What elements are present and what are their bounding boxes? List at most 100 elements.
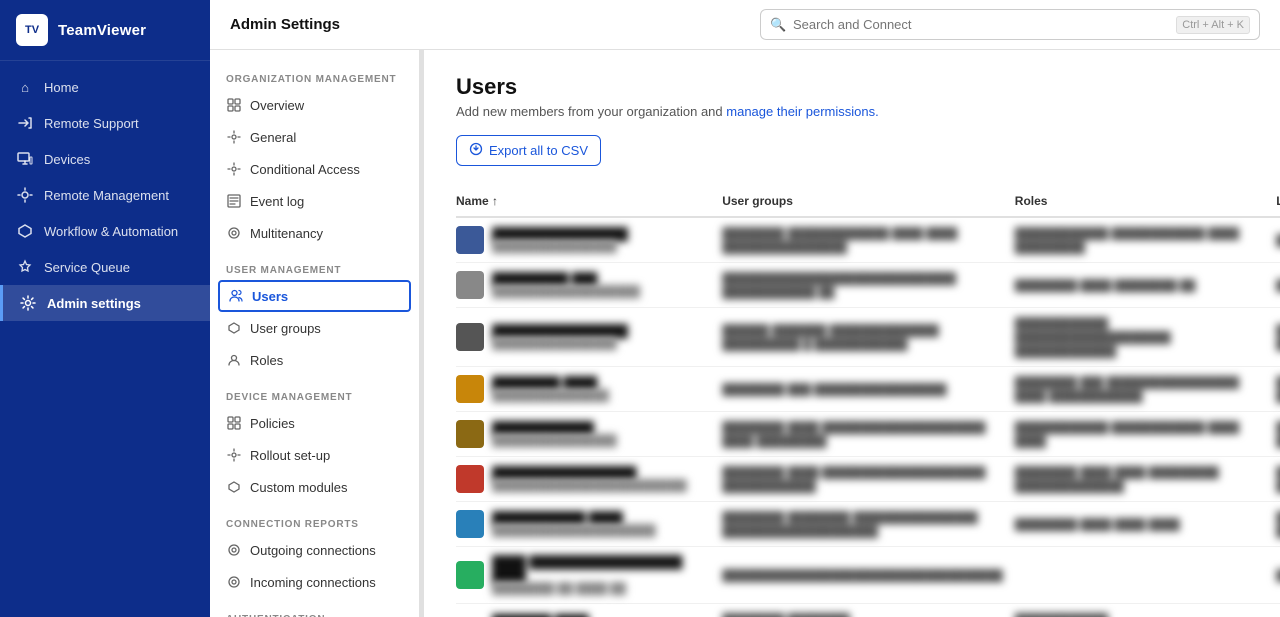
user-cell: █████████████████ ██████████████████████… <box>456 465 710 493</box>
panel-item-users[interactable]: Users <box>218 280 411 312</box>
panel-item-multitenancy[interactable]: Multitenancy <box>210 217 419 249</box>
panel-item-policies[interactable]: Policies <box>210 407 419 439</box>
table-header-row: Name ↑ User groups Roles Last accessed <box>456 186 1280 217</box>
export-label: Export all to CSV <box>489 143 588 158</box>
topbar: Admin Settings 🔍 Ctrl + Alt + K <box>210 0 1280 50</box>
sidebar-item-devices[interactable]: Devices <box>0 141 210 177</box>
logo-box: TV <box>16 14 48 46</box>
panel-item-event-log-label: Event log <box>250 194 304 209</box>
workflow-icon <box>16 222 34 240</box>
sidebar-item-admin-settings[interactable]: Admin settings <box>0 285 210 321</box>
subtitle-text: Add new members from your organization a… <box>456 104 723 119</box>
user-groups: ██████████████████████████████ █████████… <box>722 273 956 299</box>
user-email: ███████████████ <box>492 390 609 402</box>
panel-item-roles[interactable]: Roles <box>210 344 419 376</box>
user-cell: ████ ██████████████████ ████ ████████ ██… <box>456 555 710 595</box>
event-log-icon <box>226 193 242 209</box>
user-name: ████████████ <box>492 421 617 435</box>
sidebar-item-remote-support-label: Remote Support <box>44 116 139 131</box>
incoming-icon <box>226 574 242 590</box>
user-email: ████████ ██ ████ ██ <box>492 583 710 595</box>
search-icon: 🔍 <box>770 17 786 33</box>
sidebar-item-remote-management[interactable]: Remote Management <box>0 177 210 213</box>
table-row: ████████████████ ████████████████ ██████… <box>456 308 1280 367</box>
panel-item-general[interactable]: General <box>210 121 419 153</box>
section-org-management: ORGANIZATION MANAGEMENT <box>210 66 419 89</box>
section-user-management: USER MANAGEMENT <box>210 257 419 280</box>
panel-item-custom-modules-label: Custom modules <box>250 480 348 495</box>
sidebar-item-home[interactable]: ⌂ Home <box>0 69 210 105</box>
page-subtitle: Add new members from your organization a… <box>456 104 1248 119</box>
panel-item-users-label: Users <box>252 289 288 304</box>
user-roles: ████████ ███ █████████████████ ████ ████… <box>1015 377 1239 403</box>
user-email: ███████████████████ <box>492 286 640 298</box>
panel-item-outgoing[interactable]: Outgoing connections <box>210 534 419 566</box>
table-row: ████████████████ ████████████████ ██████… <box>456 217 1280 263</box>
last-accessed: ████████████ ██ <box>1276 512 1280 538</box>
user-roles: ████████ ████ ████ ████ <box>1015 519 1180 531</box>
sidebar-item-home-label: Home <box>44 80 79 95</box>
panel-item-rollout-label: Rollout set-up <box>250 448 330 463</box>
conditional-access-icon <box>226 161 242 177</box>
main-area: Admin Settings 🔍 Ctrl + Alt + K ORGANIZA… <box>210 0 1280 617</box>
col-header-groups[interactable]: User groups <box>722 186 1015 217</box>
last-accessed: ██ ████ ████ <box>1276 570 1280 582</box>
table-row: ███████ ████ █████████████████████ █████… <box>456 604 1280 617</box>
user-roles: ████████████ ████████████████████ ██████… <box>1015 318 1171 358</box>
users-icon <box>228 288 244 304</box>
avatar <box>456 323 484 351</box>
col-header-accessed[interactable]: Last accessed <box>1276 186 1280 217</box>
remote-support-icon <box>16 114 34 132</box>
panel-item-overview[interactable]: Overview <box>210 89 419 121</box>
panel-item-incoming[interactable]: Incoming connections <box>210 566 419 598</box>
panel-item-conditional-access-label: Conditional Access <box>250 162 360 177</box>
panel-item-incoming-label: Incoming connections <box>250 575 376 590</box>
user-cell: █████████ ███ ███████████████████ <box>456 271 710 299</box>
avatar <box>456 375 484 403</box>
side-panel: ORGANIZATION MANAGEMENT Overview General… <box>210 50 420 617</box>
outgoing-icon <box>226 542 242 558</box>
user-groups: ██████ ███████ ██████████████ ██████████… <box>722 325 939 351</box>
table-row: ████████████ ████████████████ ████████ █… <box>456 412 1280 457</box>
panel-item-overview-label: Overview <box>250 98 304 113</box>
brand-name: TeamViewer <box>58 22 146 39</box>
panel-item-policies-label: Policies <box>250 416 295 431</box>
rollout-icon <box>226 447 242 463</box>
user-roles: ████████████ ████████████ ████ ████ <box>1015 422 1239 448</box>
sidebar: TV TeamViewer ⌂ Home Remote Support Devi… <box>0 0 210 617</box>
panel-item-user-groups[interactable]: User groups <box>210 312 419 344</box>
last-accessed: █████████ ████ <box>1276 467 1280 493</box>
avatar <box>456 561 484 589</box>
logo-area: TV TeamViewer <box>0 0 210 61</box>
export-csv-button[interactable]: Export all to CSV <box>456 135 601 166</box>
search-bar: 🔍 Ctrl + Alt + K <box>760 9 1260 40</box>
panel-item-custom-modules[interactable]: Custom modules <box>210 471 419 503</box>
panel-item-outgoing-label: Outgoing connections <box>250 543 376 558</box>
overview-icon <box>226 97 242 113</box>
user-groups: ████████ ████ █████████████████████ ████… <box>722 467 985 493</box>
user-cell: ███████████ ████ █████████████████████ <box>456 510 710 538</box>
user-roles: ████████ ████ ████████ ██ <box>1015 280 1196 292</box>
sidebar-item-remote-support[interactable]: Remote Support <box>0 105 210 141</box>
col-header-roles[interactable]: Roles <box>1015 186 1276 217</box>
users-page-title: Users <box>456 74 1248 100</box>
last-accessed: █████████ ████ <box>1276 325 1280 351</box>
panel-item-conditional-access[interactable]: Conditional Access <box>210 153 419 185</box>
user-groups: ████████ █████████████ ████ ████ ███████… <box>722 228 957 254</box>
users-table: Name ↑ User groups Roles Last accessed <box>456 186 1280 617</box>
sidebar-item-devices-label: Devices <box>44 152 90 167</box>
section-device-management: DEVICE MANAGEMENT <box>210 384 419 407</box>
col-header-name[interactable]: Name ↑ <box>456 186 722 217</box>
subtitle-link[interactable]: manage their permissions. <box>726 104 878 119</box>
user-roles: ████████████ ████████████ ████ █████████ <box>1015 228 1239 254</box>
user-cell: ████████████ ████████████████ <box>456 420 710 448</box>
export-icon <box>469 142 483 159</box>
sidebar-item-service-queue[interactable]: Service Queue <box>0 249 210 285</box>
user-email: █████████████████████████ <box>492 480 687 492</box>
panel-item-event-log[interactable]: Event log <box>210 185 419 217</box>
user-groups: ████████ ████ █████████████████████ ████… <box>722 422 985 448</box>
user-name: ████████████████ <box>492 324 628 338</box>
panel-item-rollout-setup[interactable]: Rollout set-up <box>210 439 419 471</box>
sidebar-item-workflow[interactable]: Workflow & Automation <box>0 213 210 249</box>
avatar <box>456 271 484 299</box>
